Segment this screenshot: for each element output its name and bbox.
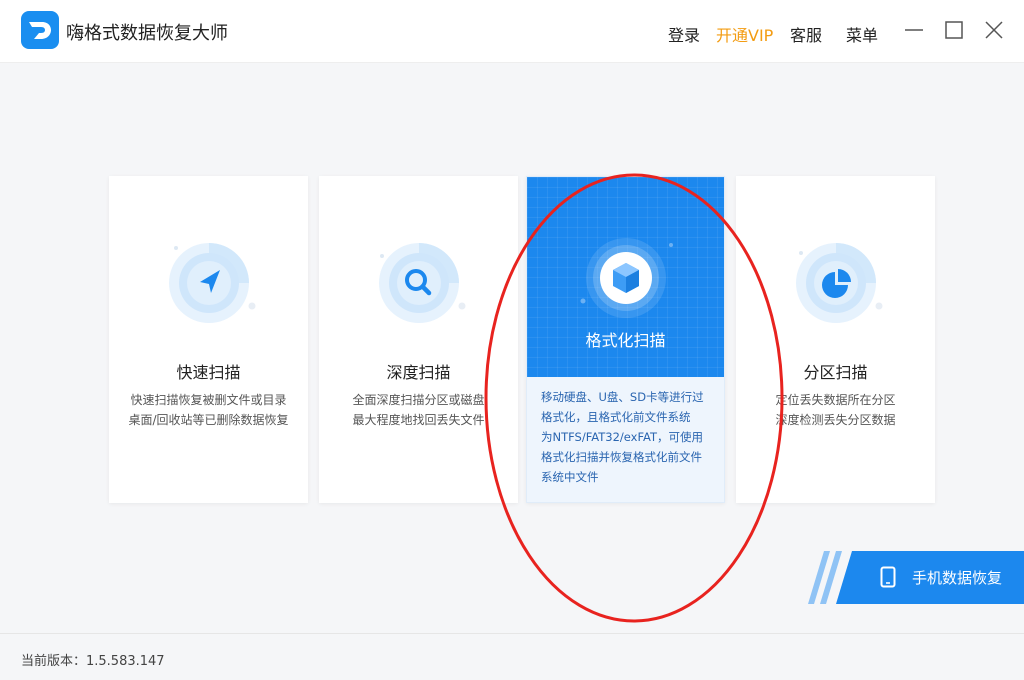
deep-scan-card[interactable]: 深度扫描 全面深度扫描分区或磁盘 最大程度地找回丢失文件	[319, 176, 518, 503]
app-title: 嗨格式数据恢复大师	[66, 23, 228, 44]
card-title: 分区扫描	[803, 363, 868, 382]
card-description: 快速扫描恢复被删文件或目录 桌面/回收站等已删除数据恢复	[128, 393, 289, 427]
vip-link[interactable]: 开通VIP	[716, 22, 773, 46]
cube-icon	[571, 223, 681, 333]
mobile-phone-icon	[880, 566, 896, 588]
customer-service-link[interactable]: 客服	[790, 22, 822, 46]
phone-data-recovery-button[interactable]: 手机数据恢复	[808, 551, 1024, 604]
login-link[interactable]: 登录	[668, 22, 700, 46]
menu-link[interactable]: 菜单	[846, 22, 878, 46]
app-logo-icon	[21, 11, 59, 49]
card-description: 定位丢失数据所在分区 深度检测丢失分区数据	[775, 393, 896, 427]
card-description: 移动硬盘、U盘、SD卡等进行过 格式化，且格式化前文件系统 为NTFS/FAT3…	[541, 390, 704, 484]
card-title: 快速扫描	[176, 363, 241, 382]
minimize-icon[interactable]	[902, 18, 926, 42]
version-label: 当前版本：1.5.583.147	[21, 654, 165, 669]
navigation-arrow-icon	[154, 228, 264, 338]
card-title: 格式化扫描	[585, 331, 666, 350]
status-bar: 当前版本：1.5.583.147	[0, 633, 1024, 680]
phone-data-recovery-label: 手机数据恢复	[912, 569, 1003, 587]
card-description: 全面深度扫描分区或磁盘 最大程度地找回丢失文件	[352, 393, 485, 427]
quick-scan-card[interactable]: 快速扫描 快速扫描恢复被删文件或目录 桌面/回收站等已删除数据恢复	[109, 176, 308, 503]
partition-scan-card[interactable]: 分区扫描 定位丢失数据所在分区 深度检测丢失分区数据	[736, 176, 935, 503]
magnifier-icon	[364, 228, 474, 338]
format-scan-card[interactable]: 格式化扫描 移动硬盘、U盘、SD卡等进行过 格式化，且格式化前文件系统 为NTF…	[526, 176, 725, 503]
card-title: 深度扫描	[386, 363, 451, 382]
pie-chart-icon	[781, 228, 891, 338]
close-icon[interactable]	[982, 18, 1006, 42]
main-content: 快速扫描 快速扫描恢复被删文件或目录 桌面/回收站等已删除数据恢复 深度扫描 全…	[0, 63, 1024, 633]
title-bar: 嗨格式数据恢复大师 登录 开通VIP 客服 菜单	[0, 0, 1024, 63]
maximize-icon[interactable]	[942, 18, 966, 42]
